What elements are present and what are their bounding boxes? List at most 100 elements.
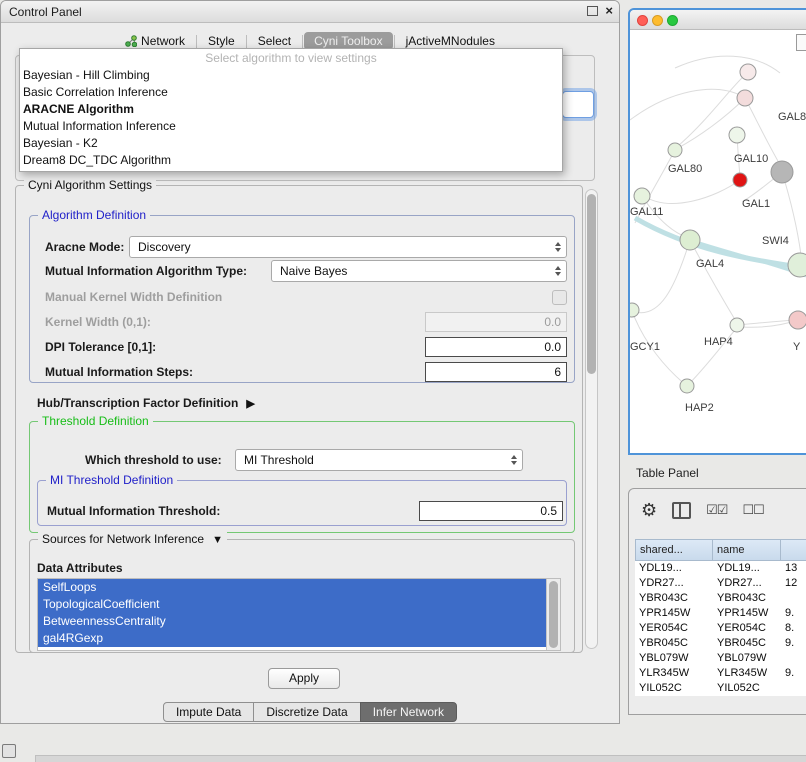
network-node[interactable] <box>680 230 700 250</box>
bottom-window-edge <box>35 755 806 762</box>
table-row[interactable]: YPR145WYPR145W9. <box>635 606 806 621</box>
restore-panel-icon[interactable] <box>2 744 16 758</box>
combo-arrows-icon <box>511 455 517 465</box>
network-edge <box>782 172 802 263</box>
attribute-item[interactable]: SelfLoops <box>38 579 547 596</box>
network-node[interactable] <box>668 143 682 157</box>
table-cell: YDR27... <box>713 576 781 591</box>
tab-separator <box>196 35 197 48</box>
collapse-arrow-icon[interactable]: ▼ <box>212 534 223 546</box>
apply-button[interactable]: Apply <box>268 668 340 689</box>
network-node[interactable] <box>729 127 745 143</box>
table-body: YDL19...YDL19...13YDR27...YDR27...12YBR0… <box>635 561 806 696</box>
control-panel-window: Control Panel × NetworkStyleSelectCyni T… <box>0 0 620 724</box>
bottom-tab-impute-data[interactable]: Impute Data <box>163 702 254 722</box>
table-cell: YBR043C <box>713 591 781 606</box>
float-window-icon[interactable] <box>587 6 598 16</box>
network-node[interactable] <box>789 311 806 329</box>
algorithm-definition-title: Algorithm Definition <box>38 208 150 222</box>
network-node-label: GAL8 <box>778 111 806 123</box>
table-row[interactable]: YLR345WYLR345W9. <box>635 666 806 681</box>
unchecked-boxes-icon[interactable]: ☐☐ <box>742 502 763 518</box>
network-node[interactable] <box>733 173 747 187</box>
table-row[interactable]: YER054CYER054C8. <box>635 621 806 636</box>
column-header[interactable]: shared... <box>635 539 713 561</box>
desktop: Control Panel × NetworkStyleSelectCyni T… <box>0 0 806 762</box>
zoom-traffic-light[interactable] <box>667 15 678 26</box>
focused-spinner-field[interactable] <box>562 91 594 118</box>
which-threshold-select[interactable]: MI Threshold <box>235 449 523 471</box>
table-cell: YBL079W <box>713 651 781 666</box>
network-node[interactable] <box>737 90 753 106</box>
table-cell: 13 <box>781 561 806 576</box>
table-row[interactable]: YDL19...YDL19...13 <box>635 561 806 576</box>
mi-threshold-field[interactable] <box>419 501 563 521</box>
hub-section-header[interactable]: Hub/Transcription Factor Definition ▶ <box>37 396 255 410</box>
network-node[interactable] <box>740 64 756 80</box>
table-cell: YIL052C <box>635 681 713 696</box>
table-cell: 9. <box>781 606 806 621</box>
network-node[interactable] <box>630 303 639 317</box>
algorithm-menu-item[interactable]: Dream8 DC_TDC Algorithm <box>20 152 562 169</box>
network-edge <box>630 89 742 120</box>
table-row[interactable]: YBR043CYBR043C <box>635 591 806 606</box>
algorithm-menu-item[interactable]: Mutual Information Inference <box>20 118 562 135</box>
network-canvas-svg[interactable]: GAL8GAL80GAL10GAL11GAL1SWI4GAL4GCY1HAP4H… <box>630 30 806 455</box>
minimize-traffic-light[interactable] <box>652 15 663 26</box>
gear-icon[interactable]: ⚙ <box>641 500 657 520</box>
mi-threshold-label: Mutual Information Threshold: <box>47 504 220 518</box>
table-cell: YPR145W <box>635 606 713 621</box>
control-panel-titlebar: Control Panel × <box>1 1 619 23</box>
network-node-label: GAL1 <box>742 198 770 210</box>
mi-type-select[interactable]: Naive Bayes <box>271 260 567 282</box>
network-node[interactable] <box>771 161 793 183</box>
expand-arrow-icon[interactable]: ▶ <box>246 398 254 410</box>
close-traffic-light[interactable] <box>637 15 648 26</box>
tab-separator <box>394 35 395 48</box>
dpi-tolerance-field[interactable] <box>425 337 567 357</box>
data-attributes-label: Data Attributes <box>37 561 123 575</box>
table-cell: YBR043C <box>635 591 713 606</box>
table-cell: 9. <box>781 666 806 681</box>
scrollbar-thumb[interactable] <box>587 194 596 374</box>
network-node[interactable] <box>634 188 650 204</box>
table-row[interactable]: YBL079WYBL079W <box>635 651 806 666</box>
bottom-tab-discretize-data[interactable]: Discretize Data <box>253 702 360 722</box>
network-node[interactable] <box>788 253 806 277</box>
network-node-label: GAL4 <box>696 258 724 270</box>
attribute-item[interactable]: gal4RGexp <box>38 630 547 647</box>
scrollbar-thumb[interactable] <box>549 581 558 648</box>
table-row[interactable]: YDR27...YDR27...12 <box>635 576 806 591</box>
threshold-definition-title: Threshold Definition <box>38 414 153 428</box>
table-row[interactable]: YBR045CYBR045C9. <box>635 636 806 651</box>
column-header[interactable] <box>781 539 806 561</box>
attributes-list[interactable]: SelfLoopsTopologicalCoefficientBetweenne… <box>37 578 561 651</box>
columns-icon[interactable] <box>672 502 691 519</box>
algorithm-menu-item[interactable]: Basic Correlation Inference <box>20 84 562 101</box>
table-cell: 12 <box>781 576 806 591</box>
table-row[interactable]: YIL052CYIL052C <box>635 681 806 696</box>
hub-section-label: Hub/Transcription Factor Definition <box>37 396 238 410</box>
close-icon[interactable]: × <box>605 5 613 17</box>
network-node[interactable] <box>730 318 744 332</box>
attribute-item[interactable]: BetweennessCentrality <box>38 613 547 630</box>
table-cell: YLR345W <box>635 666 713 681</box>
attributes-list-scrollbar[interactable] <box>546 579 560 650</box>
window-title: Control Panel <box>9 5 82 19</box>
settings-scrollbar[interactable] <box>585 189 598 649</box>
algorithm-menu-item[interactable]: Bayesian - K2 <box>20 135 562 152</box>
sources-group-header[interactable]: Sources for Network Inference▼ <box>38 532 227 546</box>
attribute-item[interactable]: TopologicalCoefficient <box>38 596 547 613</box>
network-node[interactable] <box>680 379 694 393</box>
algorithm-menu-item[interactable]: ARACNE Algorithm <box>20 101 562 118</box>
kernel-width-label: Kernel Width (0,1): <box>45 315 151 329</box>
table-toolbar: ⚙ ☑☑ ☐☐ <box>641 497 764 523</box>
bottom-tab-infer-network[interactable]: Infer Network <box>360 702 457 722</box>
aracne-mode-select[interactable]: Discovery <box>129 236 567 258</box>
menu-placeholder: Select algorithm to view settings <box>20 49 562 67</box>
network-edge <box>737 320 796 325</box>
column-header[interactable]: name <box>713 539 781 561</box>
checked-boxes-icon[interactable]: ☑☑ <box>706 502 727 518</box>
algorithm-menu-item[interactable]: Bayesian - Hill Climbing <box>20 67 562 84</box>
mi-steps-field[interactable] <box>425 362 567 382</box>
